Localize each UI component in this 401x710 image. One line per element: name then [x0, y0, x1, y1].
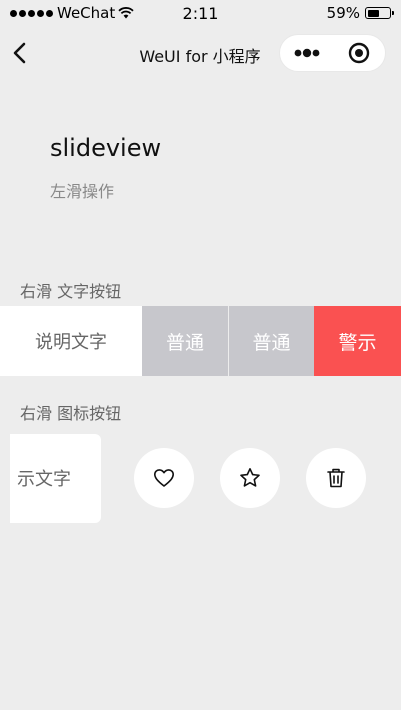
battery-icon	[365, 7, 394, 19]
normal-button-1[interactable]: 普通	[142, 306, 228, 376]
heart-icon	[154, 469, 174, 487]
close-button[interactable]	[332, 35, 385, 71]
slideview-text-buttons[interactable]: 说明文字 普通 普通 警示	[0, 306, 401, 376]
more-menu-button[interactable]	[280, 35, 333, 71]
status-bar: WeChat 2:11 59%	[0, 0, 401, 28]
battery-percent: 59%	[326, 4, 360, 22]
navigation-bar: WeUI for 小程序	[0, 28, 401, 78]
slideview-icon-buttons[interactable]: 示文字	[0, 434, 401, 524]
more-dots-icon	[294, 48, 319, 58]
trash-icon	[327, 468, 345, 488]
star-icon	[240, 468, 260, 487]
slideview-content-shifted: 示文字	[10, 434, 101, 523]
mini-program-capsule	[279, 34, 386, 72]
section-label-text-buttons: 右滑 文字按钮	[20, 282, 122, 301]
back-button[interactable]	[8, 39, 36, 67]
chevron-left-icon	[13, 42, 26, 64]
section-label-icon-buttons: 右滑 图标按钮	[20, 404, 122, 423]
page-description: 左滑操作	[50, 182, 115, 201]
like-button[interactable]	[134, 448, 194, 508]
target-circle-icon	[348, 42, 369, 64]
delete-button[interactable]	[306, 448, 366, 508]
slideview-content-text: 示文字	[17, 469, 71, 490]
nav-title: WeUI for 小程序	[139, 47, 261, 66]
page-title: slideview	[50, 134, 162, 162]
normal-button-2[interactable]: 普通	[229, 306, 314, 376]
warn-button[interactable]: 警示	[314, 306, 401, 376]
status-right: 59%	[326, 4, 394, 22]
favorite-button[interactable]	[220, 448, 280, 508]
slideview-content: 说明文字	[0, 306, 142, 376]
